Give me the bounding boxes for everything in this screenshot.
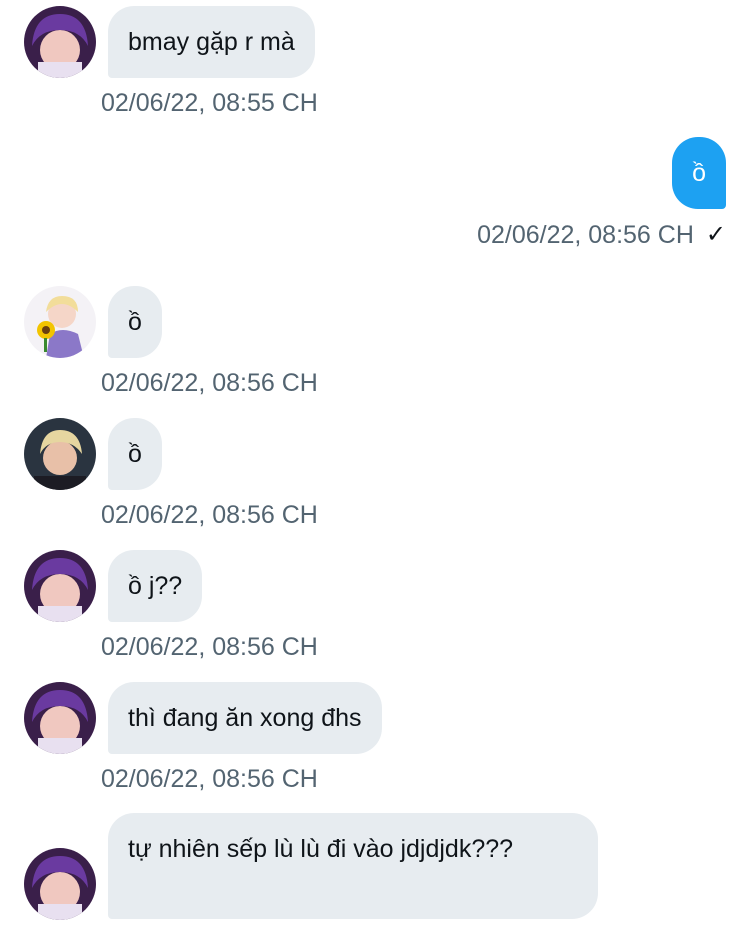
user-avatar-image — [24, 418, 96, 490]
message-bubble[interactable]: bmay gặp r mà — [108, 6, 315, 78]
message-bubble[interactable]: ồ — [108, 286, 162, 358]
message-timestamp: 02/06/22, 08:56 CH — [101, 633, 318, 661]
user-avatar-image — [24, 848, 96, 920]
avatar[interactable] — [24, 286, 96, 358]
avatar[interactable] — [24, 550, 96, 622]
message-timestamp-outgoing: 02/06/22, 08:56 CH ✓ — [477, 220, 726, 250]
sent-check-icon: ✓ — [705, 221, 726, 248]
message-bubble[interactable]: ồ — [108, 418, 162, 490]
user-avatar-image — [24, 550, 96, 622]
message-bubble[interactable]: tự nhiên sếp lù lù đi vào jdjdjdk??? — [108, 813, 598, 919]
message-timestamp: 02/06/22, 08:56 CH — [101, 765, 318, 793]
avatar[interactable] — [24, 848, 96, 920]
message-bubble[interactable]: ồ j?? — [108, 550, 203, 622]
avatar[interactable] — [24, 682, 96, 754]
message-bubble-outgoing[interactable]: ồ — [672, 137, 726, 209]
dm-conversation: bmay gặp r mà 02/06/22, 08:55 CH ồ 02/06… — [0, 0, 750, 928]
message-bubble[interactable]: thì đang ăn xong đhs — [108, 682, 382, 754]
timestamp-text: 02/06/22, 08:56 CH — [477, 221, 694, 249]
user-avatar-image — [24, 6, 96, 78]
avatar[interactable] — [24, 418, 96, 490]
message-timestamp: 02/06/22, 08:56 CH — [101, 501, 318, 529]
user-avatar-image — [24, 286, 96, 358]
user-avatar-image — [24, 682, 96, 754]
avatar[interactable] — [24, 6, 96, 78]
message-timestamp: 02/06/22, 08:56 CH — [101, 369, 318, 397]
message-timestamp: 02/06/22, 08:55 CH — [101, 89, 318, 117]
